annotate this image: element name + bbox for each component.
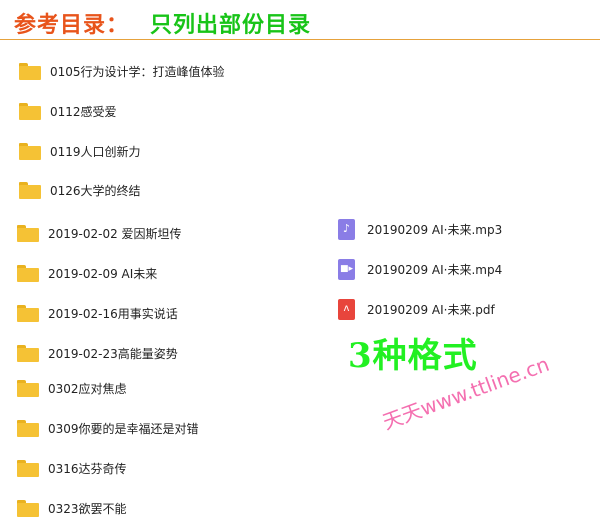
folder-icon	[19, 102, 41, 120]
folder-label: 2019-02-02 爱因斯坦传	[48, 226, 182, 241]
folder-label: 0316达芬奇传	[48, 461, 127, 476]
folder-item[interactable]: 2019-02-02 爱因斯坦传	[17, 222, 182, 244]
folder-icon	[19, 142, 41, 160]
folder-item[interactable]: 0105行为设计学：打造峰值体验	[19, 60, 225, 82]
folder-label: 0112感受爱	[50, 104, 117, 119]
folder-item[interactable]: 2019-02-09 AI未来	[17, 262, 157, 284]
folder-icon	[17, 419, 39, 437]
folder-icon	[19, 62, 41, 80]
folder-label: 2019-02-16用事实说话	[48, 306, 178, 321]
folder-label: 0309你要的是幸福还是对错	[48, 421, 199, 436]
page-subtitle: 只列出部份目录	[150, 12, 312, 38]
file-label: 20190209 AI·未来.mp4	[367, 262, 503, 277]
header: 参考目录： 只列出部份目录	[0, 0, 600, 40]
folder-label: 0119人口创新力	[50, 144, 141, 159]
folder-label: 0105行为设计学：打造峰值体验	[50, 64, 225, 79]
folder-icon	[17, 459, 39, 477]
folder-icon	[17, 224, 39, 242]
folder-item[interactable]: 0126大学的终结	[19, 179, 141, 201]
folder-label: 0302应对焦虑	[48, 381, 127, 396]
page-title: 参考目录：	[14, 12, 130, 38]
video-file-icon: ■▸	[338, 258, 355, 280]
folder-item[interactable]: 0323欲罢不能	[17, 497, 127, 519]
file-label: 20190209 AI·未来.pdf	[367, 302, 495, 317]
folder-item[interactable]: 2019-02-16用事实说话	[17, 302, 178, 324]
file-item-mp3[interactable]: ♪ 20190209 AI·未来.mp3	[338, 218, 502, 240]
folder-icon	[17, 264, 39, 282]
folder-item[interactable]: 0112感受爱	[19, 100, 117, 122]
folder-item[interactable]: 0119人口创新力	[19, 140, 141, 162]
folder-item[interactable]: 0316达芬奇传	[17, 457, 127, 479]
folder-icon	[17, 379, 39, 397]
audio-file-icon: ♪	[338, 218, 355, 240]
folder-icon	[17, 499, 39, 517]
folder-item[interactable]: 2019-02-23高能量姿势	[17, 342, 178, 364]
folder-label: 0126大学的终结	[50, 183, 141, 198]
file-item-mp4[interactable]: ■▸ 20190209 AI·未来.mp4	[338, 258, 502, 280]
folder-item[interactable]: 0309你要的是幸福还是对错	[17, 417, 199, 439]
file-item-pdf[interactable]: ᴧ 20190209 AI·未来.pdf	[338, 298, 495, 320]
pdf-file-icon: ᴧ	[338, 298, 355, 320]
folder-item[interactable]: 0302应对焦虑	[17, 377, 127, 399]
file-label: 20190209 AI·未来.mp3	[367, 222, 503, 237]
folder-icon	[17, 344, 39, 362]
folder-label: 2019-02-23高能量姿势	[48, 346, 178, 361]
folder-label: 0323欲罢不能	[48, 501, 127, 516]
folder-icon	[17, 304, 39, 322]
folder-label: 2019-02-09 AI未来	[48, 266, 158, 281]
format-count-annotation: 3种格式	[348, 336, 478, 376]
folder-icon	[19, 181, 41, 199]
